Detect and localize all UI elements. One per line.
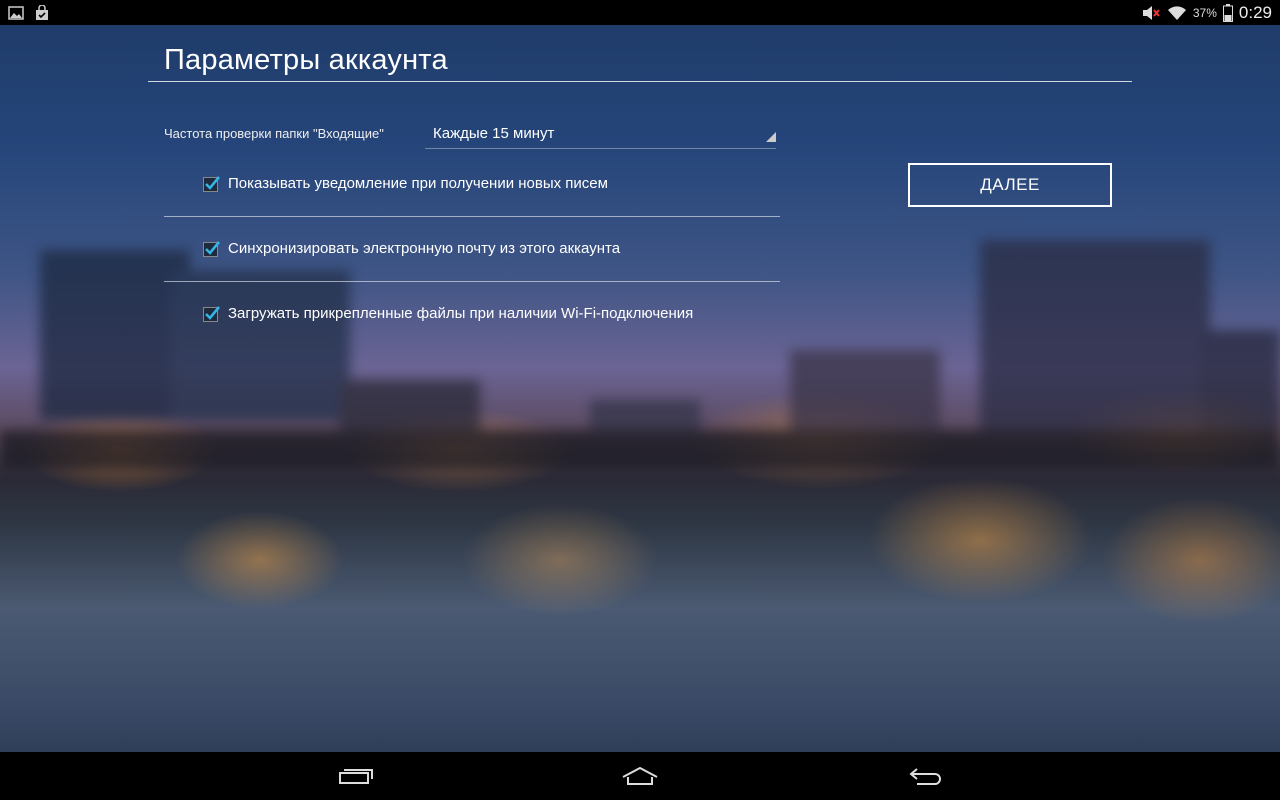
checkbox-checked-icon[interactable] — [203, 240, 220, 257]
navigation-bar — [0, 752, 1280, 800]
page-title: Параметры аккаунта — [164, 44, 448, 76]
volume-muted-icon — [1141, 5, 1161, 21]
battery-icon — [1222, 3, 1233, 22]
clock: 0:29 — [1238, 2, 1272, 22]
option-sync-email[interactable]: Синхронизировать электронную почту из эт… — [203, 240, 620, 257]
option-notify-new-mail[interactable]: Показывать уведомление при получении нов… — [203, 175, 608, 192]
checkbox-checked-icon[interactable] — [203, 305, 220, 322]
sync-frequency-value: Каждые 15 минут — [433, 125, 555, 142]
skyline-background — [0, 240, 1280, 470]
home-icon[interactable] — [616, 764, 664, 788]
option-label: Показывать уведомление при получении нов… — [228, 175, 608, 192]
dropdown-caret-icon — [766, 129, 776, 147]
title-divider — [148, 81, 1132, 82]
back-icon[interactable] — [902, 764, 950, 788]
next-button[interactable]: ДАЛЕЕ — [908, 163, 1112, 207]
wifi-icon — [1167, 5, 1187, 21]
sync-frequency-dropdown[interactable]: Каждые 15 минут — [425, 118, 776, 149]
image-icon — [8, 5, 24, 20]
option-label: Синхронизировать электронную почту из эт… — [228, 240, 621, 257]
option-download-attachments-wifi[interactable]: Загружать прикрепленные файлы при наличи… — [203, 305, 693, 322]
recent-apps-icon[interactable] — [332, 764, 380, 788]
battery-percent: 37% — [1192, 5, 1217, 20]
checkbox-checked-icon[interactable] — [203, 175, 220, 192]
divider — [164, 216, 780, 217]
option-label: Загружать прикрепленные файлы при наличи… — [228, 305, 694, 322]
divider — [164, 281, 780, 282]
status-bar: 37% 0:29 — [0, 0, 1280, 25]
sync-frequency-label: Частота проверки папки "Входящие" — [164, 126, 384, 141]
shopping-bag-icon — [34, 4, 50, 21]
